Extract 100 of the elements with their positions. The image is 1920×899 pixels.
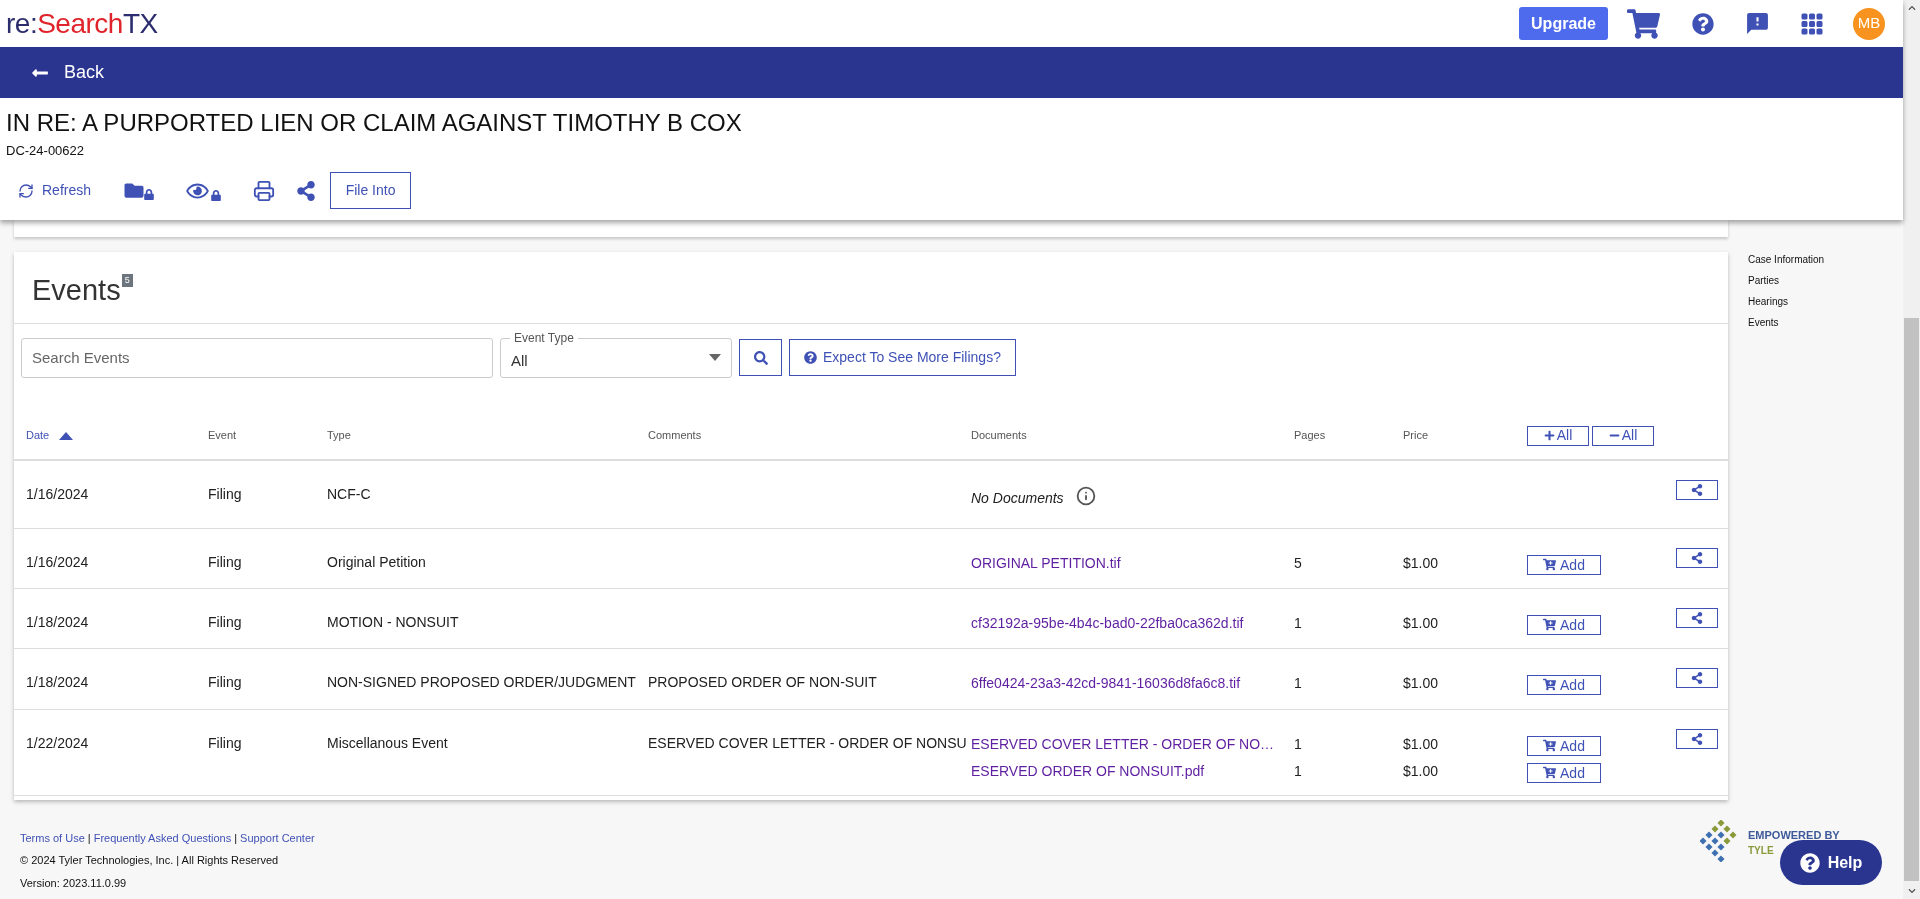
scroll-down-icon[interactable] xyxy=(1907,887,1916,895)
section-title: Events xyxy=(32,272,121,308)
table-cell: 1 xyxy=(1294,674,1302,691)
table-cell: $1.00 xyxy=(1403,614,1439,631)
add-to-cart-button[interactable]: Add xyxy=(1527,614,1601,635)
logo[interactable]: re:SearchTX xyxy=(6,9,158,38)
cart-icon xyxy=(1543,766,1557,779)
cart-icon xyxy=(1543,678,1557,691)
table-cell: 1/18/2024 xyxy=(26,613,89,630)
footer-link[interactable]: Support Center xyxy=(240,831,315,844)
column-header[interactable]: Pages xyxy=(1294,427,1326,444)
share-icon xyxy=(1691,611,1703,624)
count-badge: 5 xyxy=(121,273,133,287)
share-button[interactable] xyxy=(1676,607,1718,628)
add-to-cart-button[interactable]: Add xyxy=(1527,554,1601,575)
table-cell: 1 xyxy=(1294,762,1302,779)
file-into-button[interactable]: File Into xyxy=(330,172,412,209)
table-cell: $1.00 xyxy=(1403,674,1439,691)
side-nav-link[interactable]: Events xyxy=(1748,315,1825,330)
add-to-cart-button[interactable]: Add xyxy=(1527,735,1601,756)
expand-all-button[interactable]: All xyxy=(1527,425,1589,446)
sort-up-icon xyxy=(59,431,74,440)
help-icon xyxy=(804,351,817,364)
more-filings-button[interactable]: Expect To See More Filings? xyxy=(789,339,1016,376)
share-icon xyxy=(1691,732,1703,745)
share-icon[interactable] xyxy=(296,180,317,201)
search-icon xyxy=(753,350,768,365)
version-text: Version: 2023.11.0.99 xyxy=(20,875,128,891)
table-cell: ESERVED COVER LETTER - ORDER OF NONSU xyxy=(648,734,967,751)
help-icon xyxy=(1799,852,1820,873)
search-button[interactable] xyxy=(739,339,782,376)
print-icon[interactable] xyxy=(253,179,276,202)
add-to-cart-button[interactable]: Add xyxy=(1527,674,1601,695)
share-icon xyxy=(1691,483,1703,496)
cart-icon xyxy=(1543,558,1557,571)
cart-icon xyxy=(1543,739,1557,752)
share-button[interactable] xyxy=(1676,667,1718,688)
document-link[interactable]: ESERVED ORDER OF NONSUIT.pdf xyxy=(971,762,1205,779)
link-separator: | xyxy=(87,831,91,844)
table-cell: Filing xyxy=(208,613,242,630)
help-button[interactable]: Help xyxy=(1780,840,1882,885)
share-button[interactable] xyxy=(1676,479,1718,500)
table-cell: 1 xyxy=(1294,735,1302,752)
table-cell: 1/16/2024 xyxy=(26,485,89,502)
case-title: IN RE: A PURPORTED LIEN OR CLAIM AGAINST TIMOTHY B COX xyxy=(6,109,743,137)
apps-grid-icon[interactable] xyxy=(1800,11,1824,36)
column-header[interactable]: Date xyxy=(26,427,74,444)
table-cell: 1/18/2024 xyxy=(26,673,89,690)
column-header[interactable]: Price xyxy=(1403,427,1429,444)
plus-icon xyxy=(1543,430,1555,441)
refresh-button[interactable]: Refresh xyxy=(18,180,92,201)
column-header[interactable]: Type xyxy=(327,427,351,444)
help-icon[interactable] xyxy=(1692,12,1714,35)
table-cell: $1.00 xyxy=(1403,762,1439,779)
document-link[interactable]: 6ffe0424-23a3-42cd-9841-16036d8fa6c8.tif xyxy=(971,674,1241,691)
table-cell: $1.00 xyxy=(1403,554,1439,571)
column-header[interactable]: Comments xyxy=(648,427,702,444)
footer-link[interactable]: Frequently Asked Questions xyxy=(93,831,232,844)
search-field[interactable]: Search Events xyxy=(21,337,493,378)
table-cell: Filing xyxy=(208,553,242,570)
table-cell: Filing xyxy=(208,734,242,751)
link-separator: | xyxy=(234,831,238,844)
cart-icon[interactable] xyxy=(1627,8,1660,39)
table-cell: 1/22/2024 xyxy=(26,734,89,751)
footer-link[interactable]: Terms of Use xyxy=(20,831,85,844)
table-cell: MOTION - NONSUIT xyxy=(327,613,459,630)
table-cell: Original Petition xyxy=(327,553,426,570)
table-cell: PROPOSED ORDER OF NON-SUIT xyxy=(648,673,877,690)
column-header[interactable]: Documents xyxy=(971,427,1027,444)
document-link[interactable]: ESERVED COVER LETTER - ORDER OF NO… xyxy=(971,735,1275,752)
share-button[interactable] xyxy=(1676,728,1718,749)
back-button[interactable]: Back xyxy=(30,59,105,86)
cart-icon xyxy=(1543,618,1557,631)
table-cell: Filing xyxy=(208,485,242,502)
share-button[interactable] xyxy=(1676,547,1718,568)
table-cell-text: No Documents xyxy=(971,488,1064,508)
folder-lock-icon[interactable] xyxy=(123,181,155,200)
side-nav-link[interactable]: Case Information xyxy=(1748,252,1825,267)
copyright-text: © 2024 Tyler Technologies, Inc. | All Rights Reserved xyxy=(20,853,280,868)
table-cell: Filing xyxy=(208,673,242,690)
column-header[interactable]: Event xyxy=(208,427,237,444)
document-link[interactable]: ORIGINAL PETITION.tif xyxy=(971,554,1121,571)
side-nav-link[interactable]: Parties xyxy=(1748,273,1825,288)
feedback-icon[interactable] xyxy=(1745,11,1770,36)
add-to-cart-button[interactable]: Add xyxy=(1527,762,1601,783)
upgrade-button[interactable]: Upgrade xyxy=(1519,7,1608,40)
table-cell: 5 xyxy=(1294,554,1302,571)
share-icon xyxy=(1691,551,1703,564)
collapse-all-button[interactable]: All xyxy=(1592,425,1654,446)
table-cell: 1 xyxy=(1294,614,1302,631)
case-number: DC-24-00622 xyxy=(6,142,86,160)
brand-text: EMPOWERED BY xyxy=(1748,828,1840,843)
caret-icon xyxy=(709,354,721,361)
refresh-icon xyxy=(18,182,34,199)
table-cell: NCF-C xyxy=(327,485,371,502)
scrollbar[interactable] xyxy=(1903,0,1920,899)
info-icon[interactable] xyxy=(1075,486,1096,506)
document-link[interactable]: cf32192a-95be-4b4c-bad0-22fba0ca362d.tif xyxy=(971,614,1244,631)
scroll-up-icon[interactable] xyxy=(1907,4,1916,12)
side-nav-link[interactable]: Hearings xyxy=(1748,294,1825,309)
